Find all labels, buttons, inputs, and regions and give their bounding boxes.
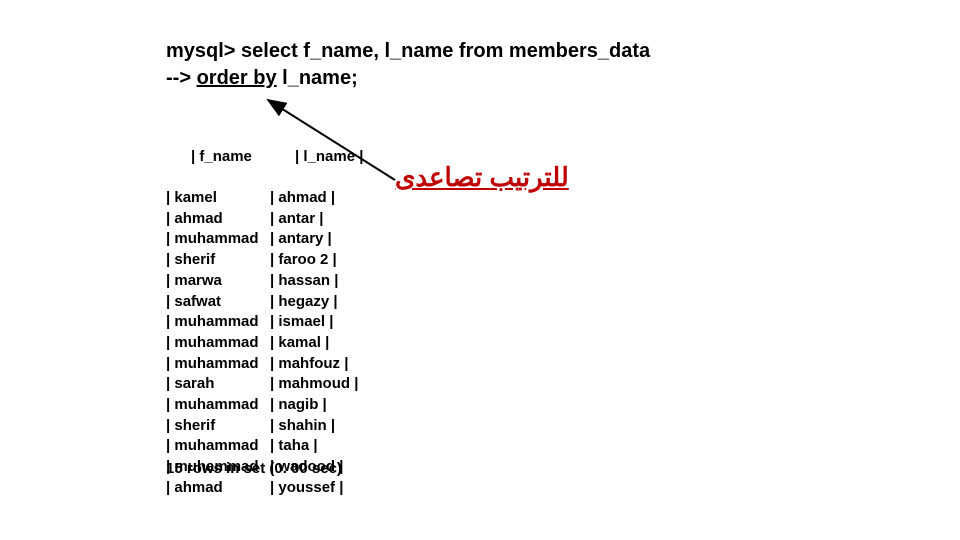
table-header-row: | f_name| l_name |: [166, 126, 363, 188]
table-row: | muhammad| mahfouz |: [166, 354, 363, 375]
result-summary: 15 rows in set (0. 00 sec): [166, 460, 342, 477]
table-row: | safwat| hegazy |: [166, 292, 363, 313]
sql-prompt-arrow: -->: [166, 67, 197, 89]
sql-query-block: mysql> select f_name, l_name from member…: [166, 38, 650, 92]
table-row: | marwa| hassan |: [166, 271, 363, 292]
sql-query-line2: --> order by l_name;: [166, 65, 650, 92]
table-row: | muhammad| nagib |: [166, 395, 363, 416]
result-table: | f_name| l_name | | kamel| ahmad | | ah…: [166, 126, 363, 498]
table-row: | sherif| shahin |: [166, 416, 363, 437]
table-row: | sherif| faroo 2 |: [166, 250, 363, 271]
table-row: | ahmad| youssef |: [166, 478, 363, 499]
sql-order-by: order by: [197, 67, 277, 89]
table-row: | muhammad| antary |: [166, 229, 363, 250]
table-row: | muhammad| taha |: [166, 436, 363, 457]
table-row: | muhammad| ismael |: [166, 312, 363, 333]
header-fname: | f_name: [191, 147, 295, 168]
table-row: | ahmad| antar |: [166, 209, 363, 230]
table-row: | kamel| ahmad |: [166, 188, 363, 209]
arabic-annotation: للترتيب تصاعدى: [395, 162, 569, 193]
sql-query-line1: mysql> select f_name, l_name from member…: [166, 38, 650, 65]
sql-order-col: l_name;: [277, 67, 358, 89]
header-lname: | l_name |: [295, 148, 363, 165]
table-row: | muhammad| kamal |: [166, 333, 363, 354]
slide-page: mysql> select f_name, l_name from member…: [0, 0, 960, 540]
table-row: | sarah| mahmoud |: [166, 374, 363, 395]
